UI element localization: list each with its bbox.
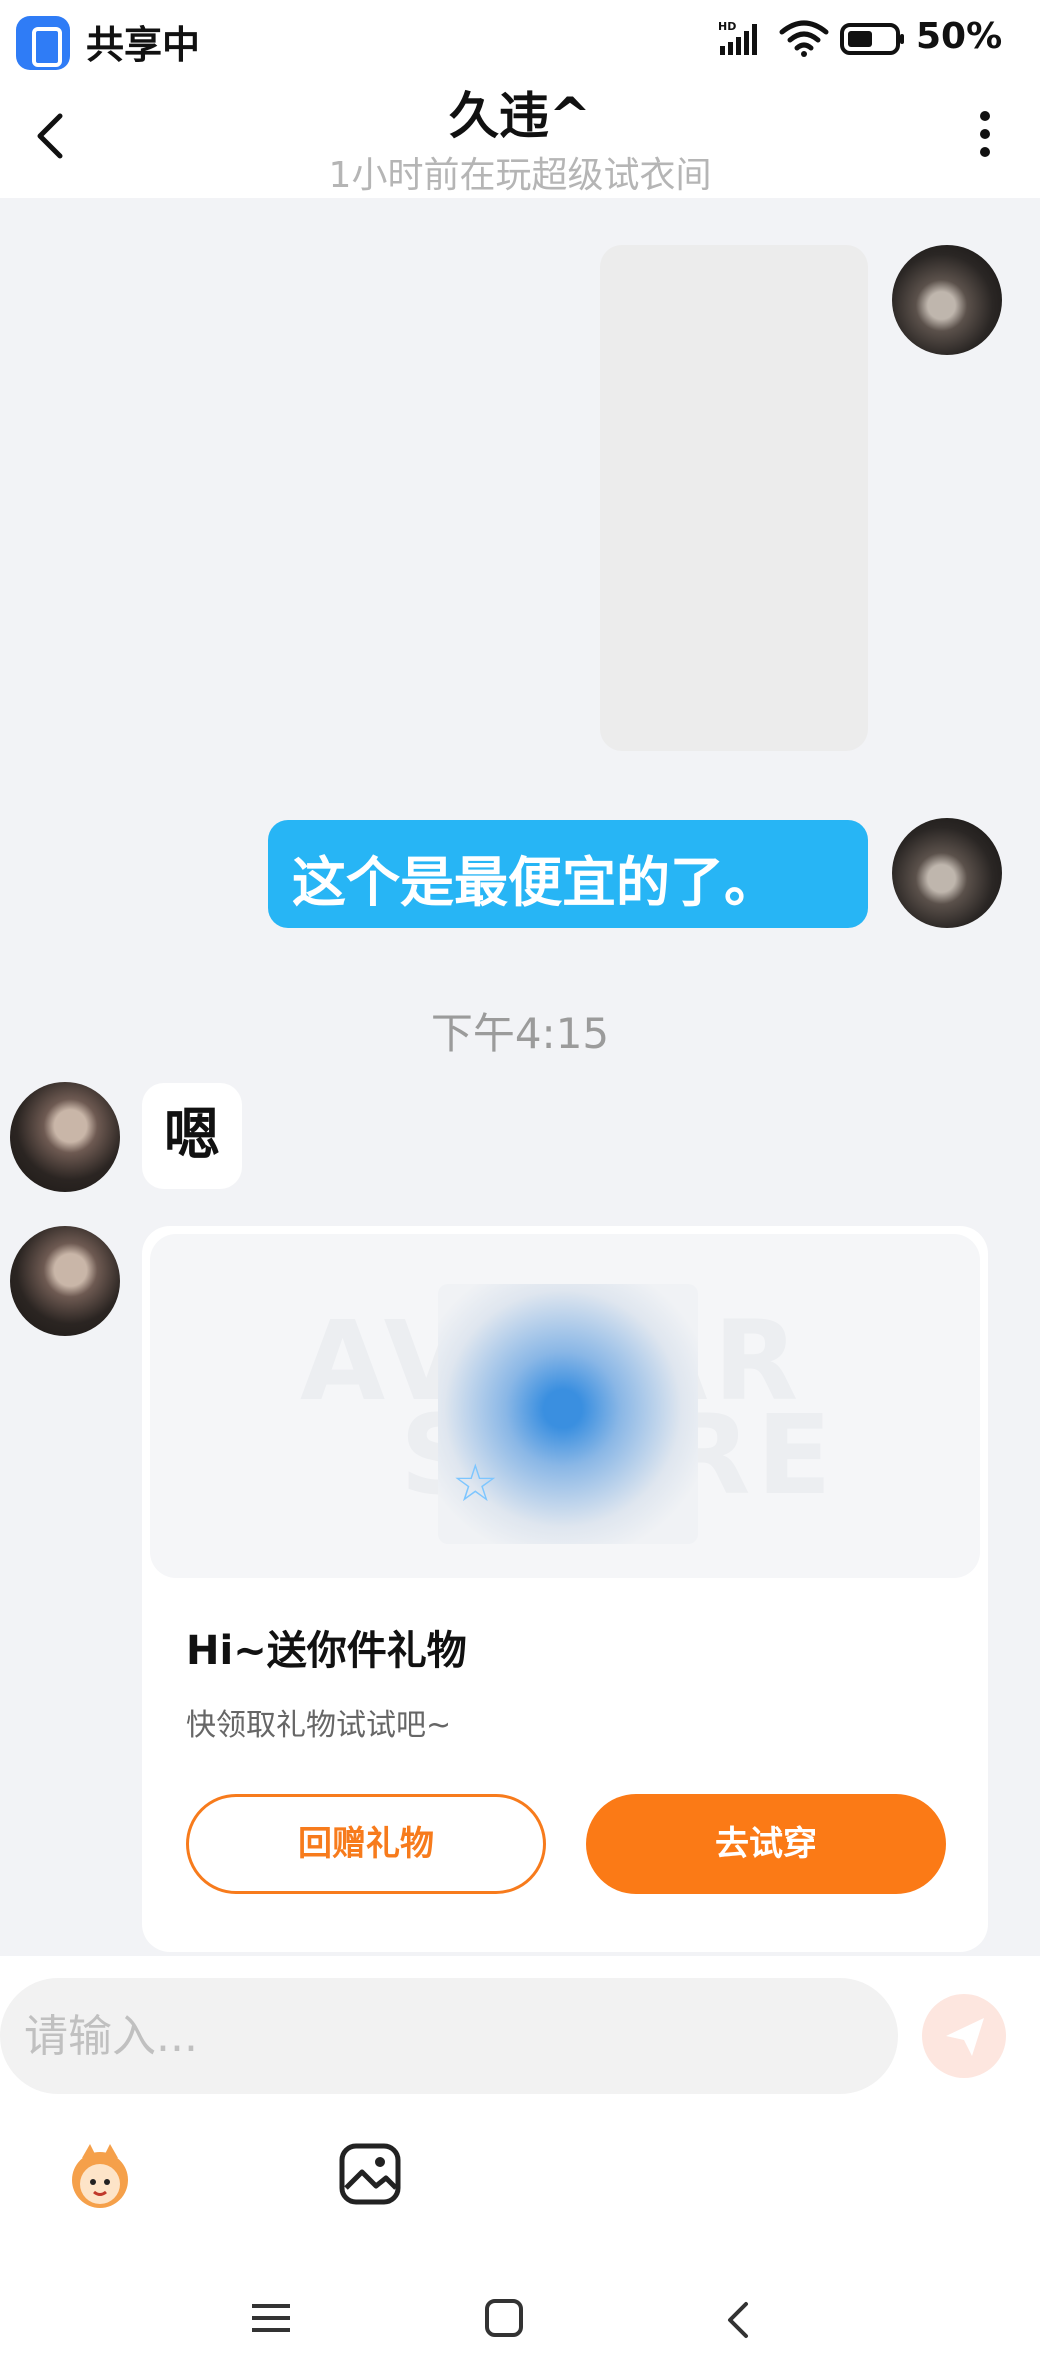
emoji-mascot-icon[interactable]: [60, 2136, 140, 2216]
nav-back-icon[interactable]: [722, 2298, 754, 2342]
try-on-button[interactable]: 去试穿: [586, 1794, 946, 1894]
gift-title: Hi~送你件礼物: [186, 1628, 467, 1674]
contact-status: 1小时前在玩超级试衣间: [328, 155, 712, 196]
chat-header: 久违^ 1小时前在玩超级试衣间: [0, 76, 1040, 198]
share-status-label: 共享中: [86, 23, 201, 67]
battery-icon: [840, 23, 904, 55]
network-label: HD: [718, 20, 736, 33]
wifi-icon: [779, 20, 829, 57]
contact-avatar[interactable]: [10, 1226, 120, 1336]
message-timestamp: 下午4:15: [430, 1009, 610, 1058]
message-input[interactable]: [0, 1978, 898, 2094]
status-bar: 共享中 HD 50%: [0, 0, 1040, 76]
return-gift-button[interactable]: 回赠礼物: [186, 1794, 546, 1894]
my-avatar[interactable]: [892, 818, 1002, 928]
gift-banner: AVATAR STORE ☆: [150, 1234, 980, 1578]
outgoing-message[interactable]: 这个是最便宜的了。: [268, 820, 868, 928]
nav-menu-icon[interactable]: [250, 2300, 292, 2336]
gift-preview-image: ☆: [438, 1284, 698, 1544]
image-icon[interactable]: [336, 2140, 404, 2208]
more-icon[interactable]: [970, 106, 1000, 166]
contact-avatar[interactable]: [10, 1082, 120, 1192]
nav-home-icon[interactable]: [484, 2298, 524, 2338]
image-message[interactable]: [600, 245, 868, 751]
battery-percent: 50%: [916, 16, 1003, 57]
send-button[interactable]: [922, 1994, 1006, 2078]
gift-subtitle: 快领取礼物试试吧~: [186, 1708, 452, 1743]
contact-name: 久违^: [449, 87, 591, 145]
star-icon: ☆: [452, 1454, 499, 1514]
signal-icon: HD: [718, 20, 757, 55]
gift-card: AVATAR STORE ☆ Hi~送你件礼物 快领取礼物试试吧~ 回赠礼物 去…: [142, 1226, 988, 1952]
share-screen-icon: [16, 16, 70, 70]
incoming-message[interactable]: 嗯: [142, 1083, 242, 1189]
send-icon: [946, 2018, 984, 2056]
my-avatar[interactable]: [892, 245, 1002, 355]
